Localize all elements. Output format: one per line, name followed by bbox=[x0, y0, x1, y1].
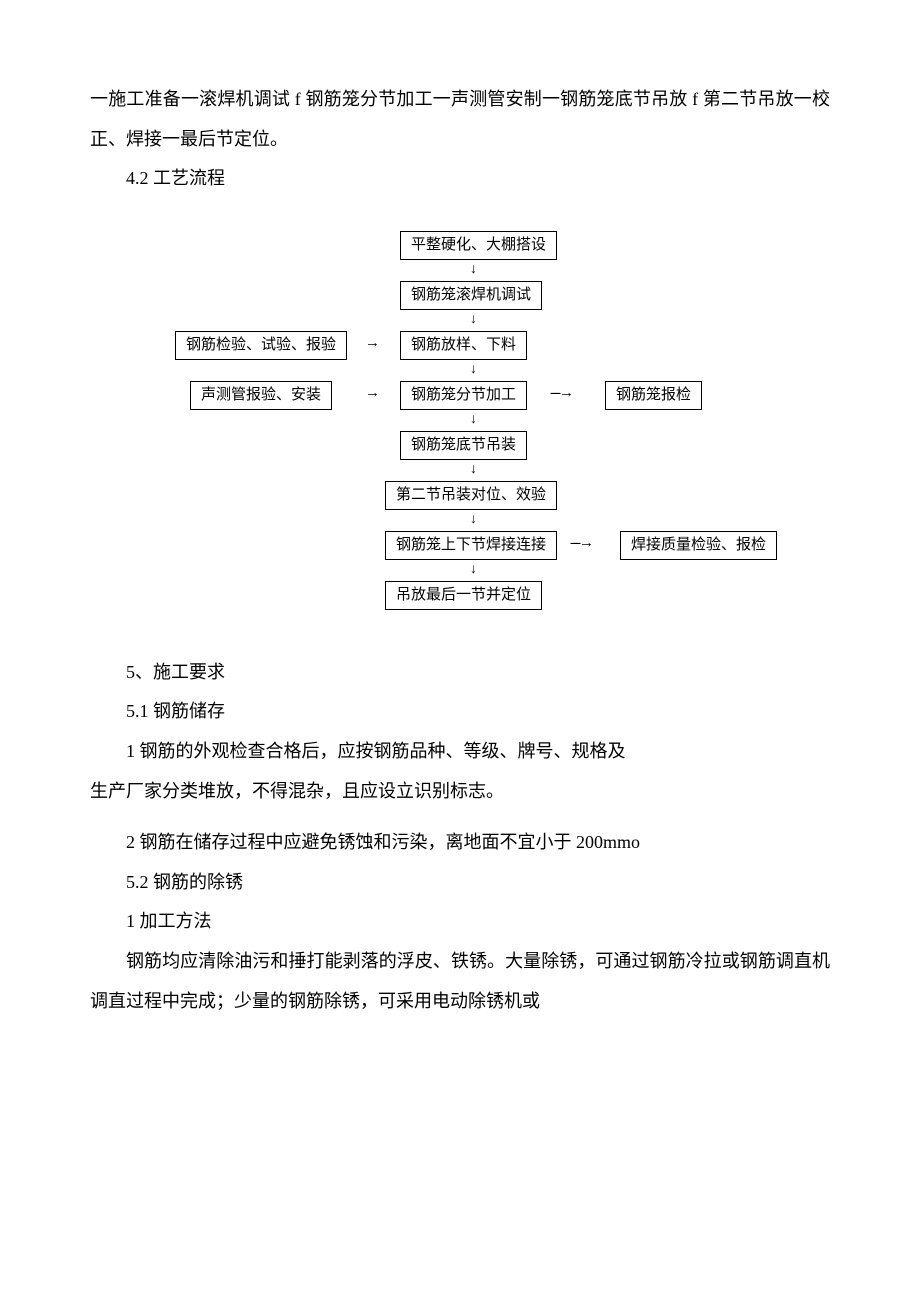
arrow-down-icon: ↓ bbox=[470, 263, 477, 277]
arrow-down-icon: ↓ bbox=[470, 413, 477, 427]
flow-node-4-right: 钢筋笼报检 bbox=[605, 381, 702, 410]
paragraph-intro: 一施工准备一滚焊机调试 f 钢筋笼分节加工一声测管安制一钢筋笼底节吊放 f 第二… bbox=[90, 80, 830, 159]
paragraph-5-2-2: 钢筋均应清除油污和捶打能剥落的浮皮、铁锈。大量除锈，可通过钢筋冷拉或钢筋调直机调… bbox=[90, 942, 830, 1021]
section-4-2-title: 4.2 工艺流程 bbox=[90, 159, 830, 199]
arrow-right-icon: → bbox=[365, 383, 380, 404]
arrow-down-icon: ↓ bbox=[470, 463, 477, 477]
paragraph-5-1-2: 2 钢筋在储存过程中应避免锈蚀和污染，离地面不宜小于 200mmo bbox=[90, 823, 830, 863]
flow-node-1: 平整硬化、大棚搭设 bbox=[400, 231, 557, 260]
flow-node-3: 钢筋放样、下料 bbox=[400, 331, 527, 360]
arrow-down-icon: ↓ bbox=[470, 313, 477, 327]
flow-node-6: 第二节吊装对位、效验 bbox=[385, 481, 557, 510]
paragraph-5-1-1a: 1 钢筋的外观检查合格后，应按钢筋品种、等级、牌号、规格及 bbox=[90, 732, 830, 772]
flow-node-5: 钢筋笼底节吊装 bbox=[400, 431, 527, 460]
section-5-title: 5、施工要求 bbox=[90, 653, 830, 693]
flow-node-7: 钢筋笼上下节焊接连接 bbox=[385, 531, 557, 560]
process-flowchart: 平整硬化、大棚搭设 ↓ 钢筋笼滚焊机调试 ↓ 钢筋检验、试验、报验 → 钢筋放样… bbox=[160, 229, 760, 623]
flow-node-8: 吊放最后一节并定位 bbox=[385, 581, 542, 610]
section-5-1-title: 5.1 钢筋储存 bbox=[90, 692, 830, 732]
arrow-down-icon: ↓ bbox=[470, 363, 477, 377]
dashed-arrow-right-icon: ---→ bbox=[570, 533, 592, 554]
paragraph-5-2-1: 1 加工方法 bbox=[90, 902, 830, 942]
dashed-arrow-right-icon: ---→ bbox=[550, 383, 572, 404]
flow-node-4-left: 声测管报验、安装 bbox=[190, 381, 332, 410]
arrow-down-icon: ↓ bbox=[470, 563, 477, 577]
paragraph-5-1-1b: 生产厂家分类堆放，不得混杂，且应设立识别标志。 bbox=[90, 772, 830, 812]
flow-node-4: 钢筋笼分节加工 bbox=[400, 381, 527, 410]
arrow-down-icon: ↓ bbox=[470, 513, 477, 527]
arrow-right-icon: → bbox=[365, 333, 380, 354]
flow-node-3-left: 钢筋检验、试验、报验 bbox=[175, 331, 347, 360]
flow-node-7-right: 焊接质量检验、报检 bbox=[620, 531, 777, 560]
document-page: 一施工准备一滚焊机调试 f 钢筋笼分节加工一声测管安制一钢筋笼底节吊放 f 第二… bbox=[0, 0, 920, 1081]
section-5-2-title: 5.2 钢筋的除锈 bbox=[90, 863, 830, 903]
flow-node-2: 钢筋笼滚焊机调试 bbox=[400, 281, 542, 310]
